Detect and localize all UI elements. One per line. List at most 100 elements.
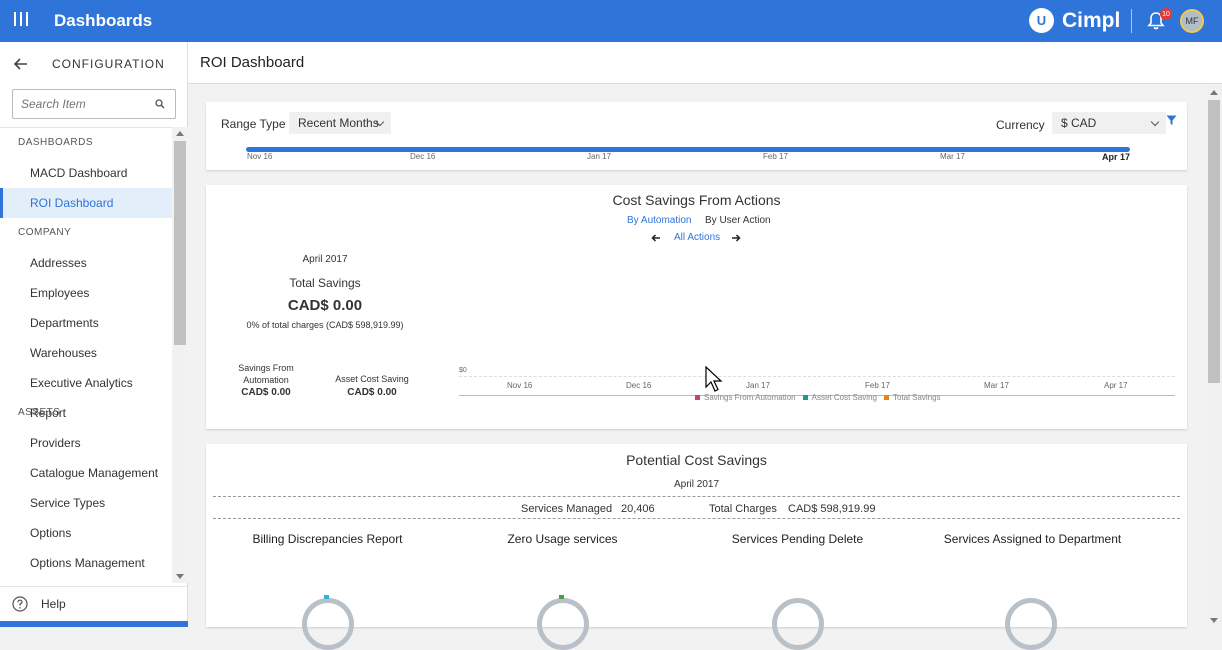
main-scrollbar[interactable] (1206, 84, 1222, 627)
currency-label: Currency (996, 118, 1045, 132)
sidebar-item-providers[interactable]: Providers (0, 428, 172, 458)
sidebar-section-company: COMPANY (18, 227, 72, 238)
sidebar-item-departments[interactable]: Departments (0, 308, 172, 338)
range-slider[interactable] (246, 147, 1130, 152)
period-label: April 2017 (673, 479, 720, 490)
sidebar-menu: DASHBOARDS MACD Dashboard ROI Dashboard … (0, 127, 172, 583)
help-icon (12, 595, 28, 612)
currency-select[interactable]: $ CAD (1052, 112, 1166, 134)
range-tick: Feb 17 (763, 152, 788, 161)
search-box (12, 89, 176, 119)
legend-entry[interactable]: Total Savings (883, 393, 941, 402)
automation-savings-label: Savings From Automation (220, 362, 312, 386)
scroll-thumb[interactable] (1208, 100, 1220, 383)
services-assigned-heading[interactable]: Services Assigned to Department (915, 532, 1150, 546)
search-icon[interactable] (155, 99, 165, 109)
sidebar: CONFIGURATION DASHBOARDS MACD Dashboard … (0, 42, 188, 627)
services-pending-delete-gauge[interactable] (772, 598, 824, 650)
zero-usage-gauge[interactable] (537, 598, 589, 650)
divider (213, 518, 1180, 519)
divider (213, 496, 1180, 497)
range-tick: Jan 17 (587, 152, 612, 161)
total-savings-note: 0% of total charges (CAD$ 598,919.99) (246, 320, 404, 330)
services-managed-label: Services Managed (521, 503, 613, 515)
automation-label-line: Savings From (238, 363, 294, 373)
filter-icon[interactable] (1166, 115, 1177, 126)
sidebar-item-roi-dashboard[interactable]: ROI Dashboard (0, 188, 172, 218)
sidebar-header: CONFIGURATION (0, 42, 187, 86)
range-tick: Mar 17 (940, 152, 965, 161)
tab-by-automation[interactable]: By Automation (627, 215, 691, 226)
gauge-marker (324, 595, 329, 599)
help-label: Help (41, 596, 66, 611)
brand-name: Cimpl (1062, 8, 1121, 32)
automation-savings-value: CAD$ 0.00 (241, 387, 291, 398)
arrow-right-icon[interactable] (731, 233, 741, 243)
sidebar-item-warehouses[interactable]: Warehouses (0, 338, 172, 368)
tab-by-user-action[interactable]: By User Action (705, 215, 771, 226)
services-assigned-gauge[interactable] (1005, 598, 1057, 650)
sidebar-item-employees[interactable]: Employees (0, 278, 172, 308)
zero-usage-heading[interactable]: Zero Usage services (445, 532, 680, 546)
cost-savings-title: Cost Savings From Actions (612, 192, 781, 208)
sidebar-section-dashboards: DASHBOARDS (18, 137, 94, 148)
sidebar-item-options-management[interactable]: Options Management (0, 548, 172, 578)
sidebar-title: CONFIGURATION (52, 57, 165, 71)
all-actions-link[interactable]: All Actions (674, 232, 720, 243)
sidebar-help[interactable]: Help (0, 586, 188, 620)
services-pending-delete-heading[interactable]: Services Pending Delete (680, 532, 915, 546)
divider (1131, 9, 1132, 33)
sidebar-item-service-types[interactable]: Service Types (0, 488, 172, 518)
legend-label: Asset Cost Saving (811, 393, 877, 402)
range-type-select[interactable]: Recent Months (289, 112, 391, 134)
back-arrow-icon[interactable] (12, 55, 30, 73)
top-bar: Dashboards U Cimpl 10 MF (0, 0, 1222, 42)
sidebar-section-assets: ASSETS (18, 407, 61, 418)
legend-swatch (695, 395, 700, 400)
billing-discrepancies-gauge[interactable] (302, 598, 354, 650)
asset-cost-saving-value: CAD$ 0.00 (347, 387, 397, 398)
notification-badge: 10 (1160, 8, 1172, 20)
total-savings-label: Total Savings (289, 276, 361, 290)
legend-label: Total Savings (892, 393, 941, 402)
scroll-down-icon[interactable] (1210, 618, 1218, 623)
sidebar-item-catalogue-management[interactable]: Catalogue Management (0, 458, 172, 488)
scroll-up-icon[interactable] (176, 131, 184, 136)
legend-swatch (802, 395, 808, 400)
sidebar-item-macd-dashboard[interactable]: MACD Dashboard (0, 158, 172, 188)
potential-savings-panel: Potential Cost Savings April 2017 Servic… (206, 444, 1187, 650)
cursor-icon (705, 366, 723, 392)
chart-legend: Savings From Automation Asset Cost Savin… (695, 393, 948, 402)
search-input[interactable] (21, 90, 151, 118)
filter-panel: Range Type Recent Months Currency $ CAD … (206, 102, 1187, 170)
cost-savings-panel: Cost Savings From Actions By Automation … (206, 185, 1187, 429)
total-charges-label: Total Charges (709, 503, 777, 515)
legend-swatch (883, 395, 889, 400)
range-type-value: Recent Months (298, 116, 379, 130)
brand-logo-icon: U (1029, 8, 1054, 33)
sidebar-item-addresses[interactable]: Addresses (0, 248, 172, 278)
legend-entry[interactable]: Savings From Automation (695, 393, 796, 402)
page-title: ROI Dashboard (200, 54, 305, 71)
scroll-up-icon[interactable] (1210, 90, 1218, 95)
legend-entry[interactable]: Asset Cost Saving (802, 393, 877, 402)
app-title: Dashboards (54, 11, 153, 30)
billing-discrepancies-heading[interactable]: Billing Discrepancies Report (210, 532, 445, 546)
scroll-thumb[interactable] (174, 141, 186, 345)
range-tick: Dec 16 (410, 152, 436, 161)
arrow-left-icon[interactable] (651, 233, 661, 243)
scroll-down-icon[interactable] (176, 574, 184, 579)
currency-value: $ CAD (1061, 116, 1097, 130)
sidebar-item-options[interactable]: Options (0, 518, 172, 548)
menu-icon[interactable] (14, 12, 28, 30)
chevron-down-icon (1150, 117, 1160, 127)
chart-plot (459, 345, 1175, 385)
legend-label: Savings From Automation (704, 393, 796, 402)
potential-savings-title: Potential Cost Savings (626, 452, 767, 468)
asset-cost-saving-label: Asset Cost Saving (335, 374, 409, 384)
avatar[interactable]: MF (1180, 9, 1204, 33)
range-tick-selected: Apr 17 (1102, 152, 1131, 162)
sidebar-item-executive-analytics-report[interactable]: Executive Analytics Report (0, 368, 172, 420)
sidebar-scrollbar[interactable] (172, 127, 188, 583)
services-managed-value: 20,406 (621, 503, 655, 515)
